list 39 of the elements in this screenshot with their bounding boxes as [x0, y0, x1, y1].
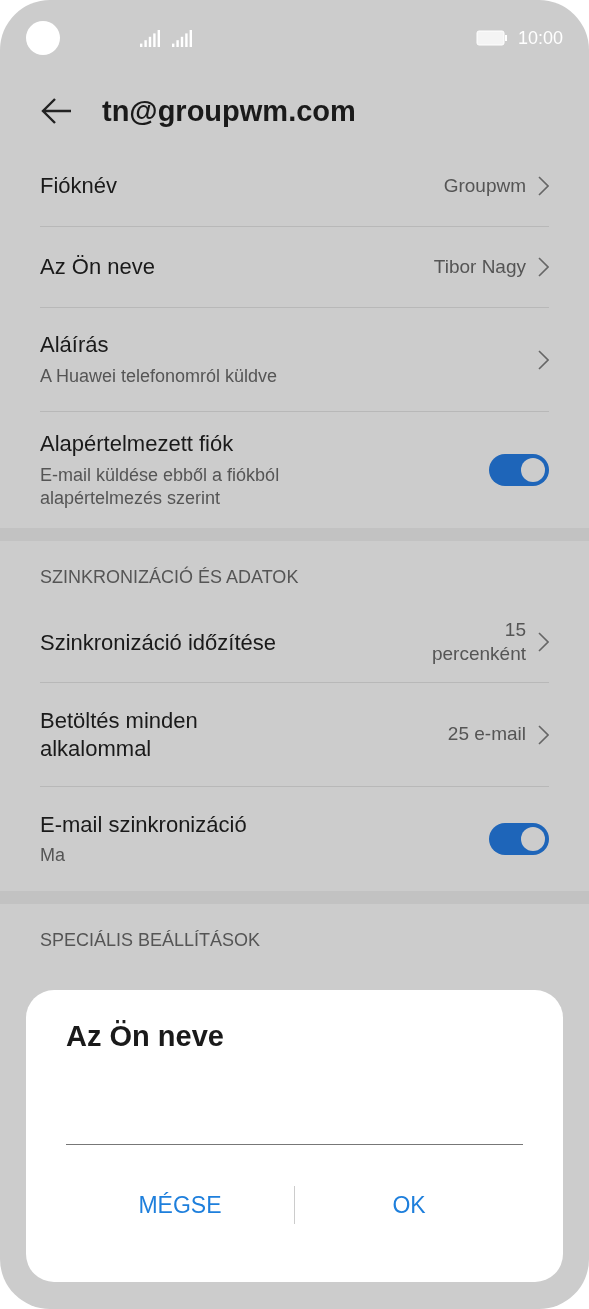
signal-icon [140, 29, 162, 47]
dialog-title: Az Ön neve [66, 1020, 225, 1053]
row-subtitle: Ma [40, 844, 66, 868]
ok-button[interactable]: OK [295, 1181, 523, 1229]
settings-row[interactable]: Szinkronizáció időzítése 15 percenként [40, 602, 549, 684]
account-title: tn@groupwm.com [102, 94, 356, 128]
chevron-icon [538, 724, 549, 745]
camera-dot [26, 21, 60, 55]
cancel-button[interactable]: MÉGSE [66, 1181, 294, 1229]
row-subtitle: E-mail küldése ebből a fiókból alapértelmezés szerint [40, 463, 281, 510]
row-label: Aláírás [40, 331, 110, 359]
row-subtitle: A Huawei telefonomról küldve [40, 364, 279, 388]
toggle-switch[interactable] [489, 823, 549, 856]
chevron-icon [538, 632, 549, 653]
settings-row[interactable]: Betöltés minden alkalommal 25 e-mail [40, 683, 549, 788]
settings-row[interactable]: Fióknév Groupwm [40, 146, 549, 227]
chevron-icon [538, 349, 549, 370]
row-label: Alapértelmezett fiók [40, 430, 235, 458]
section-title: SPECIÁLIS BEÁLLÍTÁSOK [39, 929, 262, 953]
section-title: SZINKRONIZÁCIÓ ÉS ADATOK [39, 565, 300, 590]
row-label: Betöltés minden alkalommal [40, 707, 199, 763]
chevron-icon [538, 176, 549, 196]
row-label: Az Ön neve [40, 253, 156, 281]
back-arrow-icon[interactable] [40, 97, 72, 125]
row-value: 25 e-mail [447, 722, 526, 747]
battery-icon [475, 30, 508, 46]
toggle-switch[interactable] [489, 454, 549, 487]
row-label: Fióknév [40, 172, 119, 200]
row-label: Szinkronizáció időzítése [40, 628, 277, 657]
row-label: E-mail szinkronizáció [40, 810, 248, 839]
signal-icon [172, 29, 194, 47]
chevron-icon [538, 257, 549, 277]
row-value: Groupwm [443, 173, 526, 198]
settings-row[interactable]: Aláírás A Huawei telefonomról küldve [40, 308, 549, 412]
settings-row[interactable]: Az Ön neve Tibor Nagy [40, 227, 549, 308]
row-value: Tibor Nagy [433, 254, 526, 279]
row-value: 15 percenként [431, 617, 526, 667]
settings-row[interactable]: E-mail szinkronizáció Ma [40, 787, 549, 892]
settings-row[interactable]: Alapértelmezett fiók E-mail küldése ebből a fiókból alapértelmezés szerint [40, 412, 549, 529]
